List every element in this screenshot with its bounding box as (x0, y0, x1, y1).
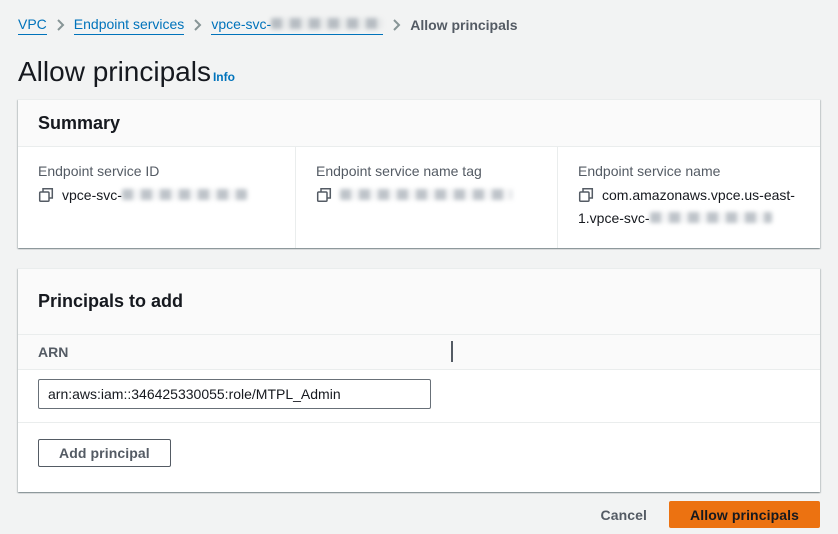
add-principal-button[interactable]: Add principal (38, 439, 171, 467)
field-label: Endpoint service name (578, 161, 800, 181)
chevron-right-icon (56, 18, 65, 32)
copy-icon[interactable] (316, 187, 332, 208)
summary-field-endpoint-service-id: Endpoint service ID vpce-svc- (18, 147, 296, 248)
chevron-right-icon (193, 18, 202, 32)
principals-card-footer: Add principal (18, 423, 820, 492)
summary-field-endpoint-service-name: Endpoint service name com.amazonaws.vpce… (558, 147, 820, 248)
field-value: vpce-svc- (38, 185, 275, 208)
column-resize-divider[interactable] (451, 341, 453, 362)
info-link[interactable]: Info (213, 70, 235, 84)
summary-title: Summary (38, 112, 800, 134)
principals-card-header: Principals to add (18, 269, 820, 335)
redacted-text (122, 189, 247, 200)
arn-column-header: ARN (18, 335, 820, 370)
field-value: com.amazonaws.vpce.us-east-1.vpce-svc- (578, 185, 800, 228)
cancel-button[interactable]: Cancel (601, 502, 648, 528)
breadcrumb: VPC Endpoint services vpce-svc- Allow pr… (18, 15, 820, 35)
breadcrumb-service-id-prefix: vpce-svc- (211, 15, 271, 33)
endpoint-service-id-prefix: vpce-svc- (62, 187, 122, 203)
allow-principals-button[interactable]: Allow principals (669, 501, 820, 528)
arn-input[interactable] (38, 379, 431, 409)
arn-input-row (18, 370, 820, 423)
arn-column-label: ARN (38, 344, 68, 360)
summary-card: Summary Endpoint service ID vpce-svc- En… (18, 99, 820, 248)
breadcrumb-link-endpoint-service-id[interactable]: vpce-svc- (211, 15, 383, 35)
redacted-text (650, 212, 772, 223)
field-label: Endpoint service name tag (316, 161, 537, 181)
breadcrumb-current-page: Allow principals (410, 16, 517, 34)
summary-columns: Endpoint service ID vpce-svc- Endpoint s… (18, 147, 820, 248)
field-label: Endpoint service ID (38, 161, 275, 181)
redacted-text (271, 18, 383, 29)
footer-actions: Cancel Allow principals (18, 501, 820, 528)
copy-icon[interactable] (578, 187, 594, 208)
copy-icon[interactable] (38, 187, 54, 208)
principals-title: Principals to add (38, 290, 800, 312)
breadcrumb-link-vpc[interactable]: VPC (18, 15, 47, 35)
page-title: Allow principals (18, 56, 211, 87)
summary-field-endpoint-service-name-tag: Endpoint service name tag (296, 147, 558, 248)
page-title-row: Allow principalsInfo (18, 55, 820, 89)
redacted-text (340, 189, 512, 200)
principals-to-add-card: Principals to add ARN Add principal (18, 268, 820, 492)
field-value (316, 185, 537, 208)
summary-card-header: Summary (18, 100, 820, 147)
chevron-right-icon (392, 18, 401, 32)
breadcrumb-link-endpoint-services[interactable]: Endpoint services (74, 15, 185, 35)
